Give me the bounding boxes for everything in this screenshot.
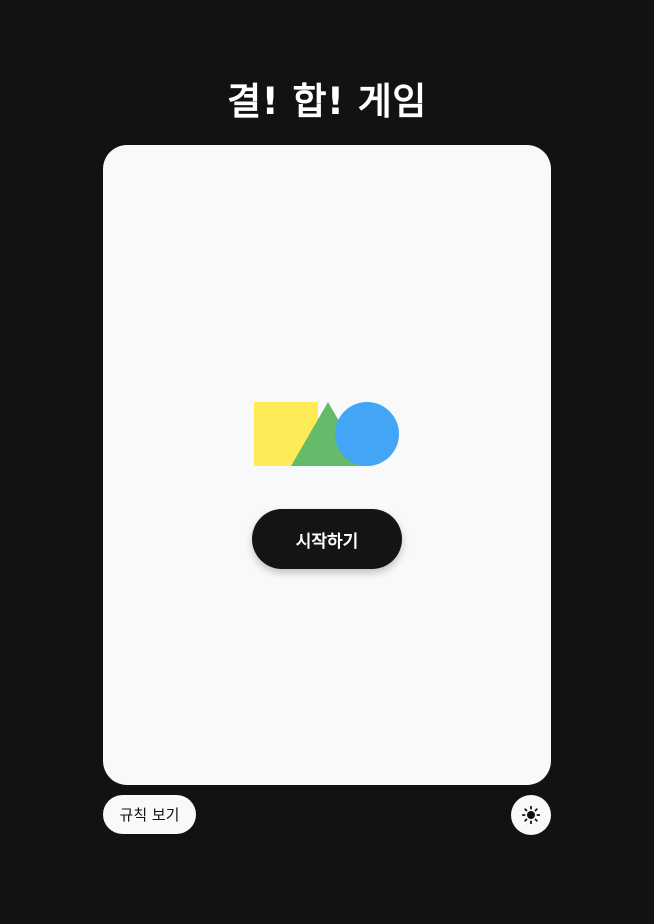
start-button[interactable]: 시작하기 bbox=[252, 509, 402, 569]
app-screen: 결! 합! 게임 시작하기 규칙 보기 bbox=[0, 0, 654, 924]
blue-circle-shape bbox=[335, 402, 399, 466]
page-title: 결! 합! 게임 bbox=[227, 80, 427, 123]
theme-toggle-button[interactable] bbox=[511, 795, 551, 835]
rules-button[interactable]: 규칙 보기 bbox=[103, 795, 196, 834]
sun-icon bbox=[522, 806, 540, 824]
game-card: 시작하기 bbox=[103, 145, 551, 785]
shapes-logo-icon bbox=[254, 402, 399, 466]
